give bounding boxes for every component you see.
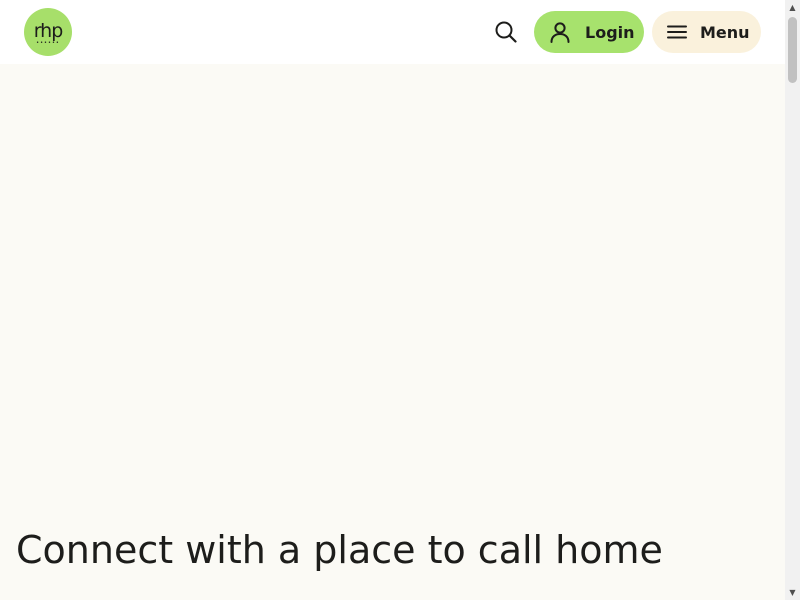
logo-text: rhp: [33, 20, 64, 42]
page: rhp •••••• Login Menu Connect with a pla…: [0, 0, 785, 600]
scrollbar-thumb[interactable]: [788, 17, 797, 83]
scroll-down-arrow-icon[interactable]: ▼: [785, 585, 800, 600]
vertical-scrollbar[interactable]: ▲ ▼: [785, 0, 800, 600]
hero-title: Connect with a place to call home: [16, 528, 663, 572]
rhp-logo[interactable]: rhp ••••••: [24, 8, 72, 56]
menu-button[interactable]: Menu: [652, 11, 761, 53]
login-button[interactable]: Login: [534, 11, 644, 53]
scroll-up-arrow-icon[interactable]: ▲: [785, 0, 800, 15]
login-label: Login: [585, 22, 635, 42]
menu-label: Menu: [700, 22, 750, 42]
logo-dots-decoration: ••••••: [36, 40, 60, 46]
browser-viewport: rhp •••••• Login Menu Connect with a pla…: [0, 0, 800, 600]
search-icon: [495, 21, 517, 43]
search-button[interactable]: [492, 18, 520, 46]
hamburger-icon: [667, 25, 687, 39]
user-icon: [550, 22, 570, 43]
site-header: rhp •••••• Login Menu: [0, 0, 785, 64]
